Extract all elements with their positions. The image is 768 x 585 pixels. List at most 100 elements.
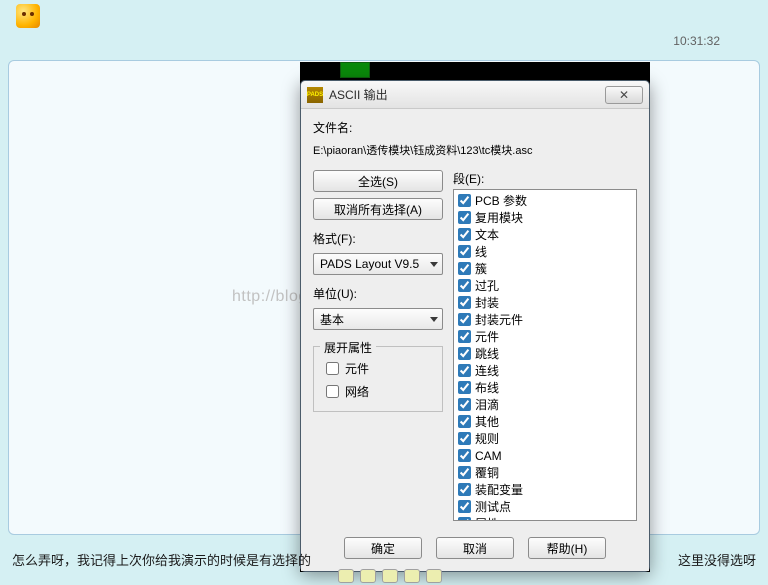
section-checkbox[interactable] <box>458 500 471 513</box>
section-item[interactable]: 属性 <box>456 515 634 521</box>
screenshot-icon[interactable] <box>382 569 398 583</box>
section-item[interactable]: 过孔 <box>456 277 634 294</box>
section-checkbox[interactable] <box>458 398 471 411</box>
section-item[interactable]: 复用模块 <box>456 209 634 226</box>
section-checkbox[interactable] <box>458 330 471 343</box>
section-checkbox[interactable] <box>458 449 471 462</box>
section-item[interactable]: 装配变量 <box>456 481 634 498</box>
section-label: 布线 <box>475 379 499 396</box>
section-item[interactable]: 封装元件 <box>456 311 634 328</box>
filename-label: 文件名: <box>313 119 637 136</box>
section-checkbox[interactable] <box>458 483 471 496</box>
format-label: 格式(F): <box>313 230 443 247</box>
expand-net-label: 网络 <box>345 383 369 400</box>
section-label: 连线 <box>475 362 499 379</box>
section-item[interactable]: 布线 <box>456 379 634 396</box>
units-select[interactable]: 基本 <box>313 308 443 330</box>
chat-message-line: 怎么弄呀，我记得上次你给我演示的时候是有选择的 这里没得选呀 <box>12 550 756 569</box>
expand-attributes-group: 展开属性 元件 网络 <box>313 346 443 412</box>
section-item[interactable]: 其他 <box>456 413 634 430</box>
section-checkbox[interactable] <box>458 432 471 445</box>
section-checkbox[interactable] <box>458 364 471 377</box>
expand-net-checkbox-row[interactable]: 网络 <box>322 380 434 403</box>
section-label: 测试点 <box>475 498 511 515</box>
section-label: CAM <box>475 449 502 463</box>
units-label: 单位(U): <box>313 285 443 302</box>
chevron-down-icon <box>430 262 438 267</box>
expand-net-checkbox[interactable] <box>326 385 339 398</box>
avatar <box>16 4 40 28</box>
file-icon[interactable] <box>404 569 420 583</box>
section-item[interactable]: 元件 <box>456 328 634 345</box>
expand-component-checkbox[interactable] <box>326 362 339 375</box>
section-item[interactable]: 测试点 <box>456 498 634 515</box>
close-icon: ✕ <box>619 88 629 102</box>
ascii-output-dialog: PADS ASCII 输出 ✕ 文件名: E:\piaoran\透传模块\钰成资… <box>300 80 650 572</box>
section-label: 装配变量 <box>475 481 523 498</box>
section-label: 属性 <box>475 515 499 521</box>
message-timestamp: 10:31:32 <box>673 34 720 48</box>
units-value: 基本 <box>320 311 344 328</box>
section-checkbox[interactable] <box>458 313 471 326</box>
section-item[interactable]: 泪滴 <box>456 396 634 413</box>
section-label: 封装元件 <box>475 311 523 328</box>
section-label: 线 <box>475 243 487 260</box>
expand-group-legend: 展开属性 <box>320 339 376 356</box>
format-value: PADS Layout V9.5 <box>320 257 419 271</box>
section-label: 文本 <box>475 226 499 243</box>
chevron-down-icon <box>430 317 438 322</box>
section-checkbox[interactable] <box>458 381 471 394</box>
section-checkbox[interactable] <box>458 228 471 241</box>
unselect-all-button[interactable]: 取消所有选择(A) <box>313 198 443 220</box>
expand-component-checkbox-row[interactable]: 元件 <box>322 357 434 380</box>
dialog-right-column: 段(E): PCB 参数复用模块文本线簇过孔封装封装元件元件跳线连线布线泪滴其他… <box>453 170 637 521</box>
image-icon[interactable] <box>360 569 376 583</box>
section-label: 覆铜 <box>475 464 499 481</box>
section-item[interactable]: 连线 <box>456 362 634 379</box>
sections-listbox[interactable]: PCB 参数复用模块文本线簇过孔封装封装元件元件跳线连线布线泪滴其他规则 CAM覆… <box>453 189 637 521</box>
close-button[interactable]: ✕ <box>605 86 643 104</box>
section-label: 跳线 <box>475 345 499 362</box>
section-label: 封装 <box>475 294 499 311</box>
section-item[interactable]: 线 <box>456 243 634 260</box>
emoji-icon[interactable] <box>338 569 354 583</box>
section-item[interactable]: 簇 <box>456 260 634 277</box>
section-label: 泪滴 <box>475 396 499 413</box>
chat-text-left: 怎么弄呀，我记得上次你给我演示的时候是有选择的 <box>12 550 311 569</box>
section-checkbox[interactable] <box>458 517 471 521</box>
chat-toolbar-stub <box>338 569 442 583</box>
format-select[interactable]: PADS Layout V9.5 <box>313 253 443 275</box>
section-label: 元件 <box>475 328 499 345</box>
select-all-button[interactable]: 全选(S) <box>313 170 443 192</box>
section-item[interactable]: 跳线 <box>456 345 634 362</box>
section-checkbox[interactable] <box>458 211 471 224</box>
chat-text-right: 这里没得选呀 <box>678 550 756 569</box>
sections-label: 段(E): <box>453 170 637 187</box>
section-checkbox[interactable] <box>458 296 471 309</box>
section-item[interactable]: 文本 <box>456 226 634 243</box>
section-checkbox[interactable] <box>458 279 471 292</box>
section-item[interactable]: 规则 <box>456 430 634 447</box>
more-icon[interactable] <box>426 569 442 583</box>
section-checkbox[interactable] <box>458 415 471 428</box>
section-item[interactable]: CAM <box>456 447 634 464</box>
section-checkbox[interactable] <box>458 262 471 275</box>
section-label: 规则 <box>475 430 499 447</box>
filename-path: E:\piaoran\透传模块\钰成资料\123\tc模块.asc <box>313 142 637 158</box>
section-checkbox[interactable] <box>458 466 471 479</box>
pads-app-icon: PADS <box>307 87 323 103</box>
section-checkbox[interactable] <box>458 245 471 258</box>
section-item[interactable]: PCB 参数 <box>456 192 634 209</box>
dialog-titlebar[interactable]: PADS ASCII 输出 ✕ <box>301 81 649 109</box>
section-item[interactable]: 封装 <box>456 294 634 311</box>
section-label: 复用模块 <box>475 209 523 226</box>
section-checkbox[interactable] <box>458 347 471 360</box>
section-checkbox[interactable] <box>458 194 471 207</box>
pcb-canvas-stub <box>340 62 370 78</box>
dialog-left-column: 全选(S) 取消所有选择(A) 格式(F): PADS Layout V9.5 … <box>313 170 443 521</box>
dialog-title: ASCII 输出 <box>329 86 605 103</box>
dialog-body: 文件名: E:\piaoran\透传模块\钰成资料\123\tc模块.asc 全… <box>301 109 649 529</box>
section-item[interactable]: 覆铜 <box>456 464 634 481</box>
section-label: 簇 <box>475 260 487 277</box>
chat-background: 10:31:32 http://blog.csdn PADS ASCII 输出 … <box>0 0 768 585</box>
